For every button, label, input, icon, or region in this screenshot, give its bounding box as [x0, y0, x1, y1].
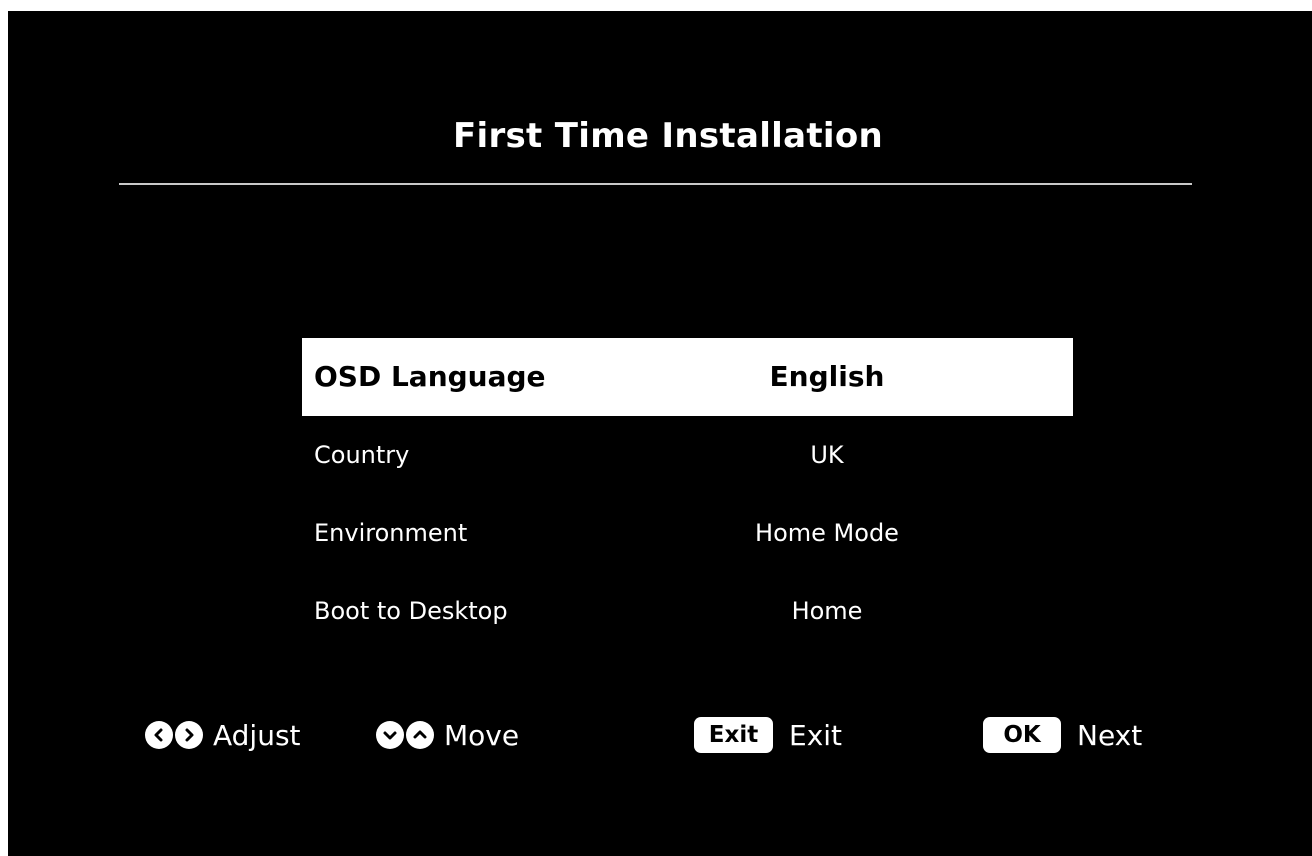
hint-exit-label: Exit: [789, 718, 843, 752]
setting-value[interactable]: Home Mode: [722, 494, 932, 572]
setting-label: OSD Language: [314, 360, 546, 393]
hint-adjust-label: Adjust: [213, 718, 301, 752]
page-title: First Time Installation: [452, 116, 884, 156]
hint-adjust: Adjust: [145, 715, 301, 755]
setting-row-boot-to-desktop[interactable]: Boot to Desktop Home: [302, 572, 1073, 650]
exit-key-badge[interactable]: Exit: [694, 717, 773, 753]
setting-row-osd-language[interactable]: OSD Language English: [302, 338, 1073, 416]
setting-label: Environment: [314, 519, 468, 547]
hint-move: Move: [376, 715, 519, 755]
setting-value[interactable]: UK: [722, 416, 932, 494]
setting-row-environment[interactable]: Environment Home Mode: [302, 494, 1073, 572]
arrow-down-icon: [376, 721, 404, 749]
setting-row-country[interactable]: Country UK: [302, 416, 1073, 494]
hint-move-label: Move: [444, 718, 520, 752]
setting-label: Country: [314, 441, 410, 469]
arrow-right-icon: [175, 721, 203, 749]
setting-label: Boot to Desktop: [314, 597, 508, 625]
title-divider: [119, 183, 1192, 185]
arrow-left-icon: [145, 721, 173, 749]
hint-next[interactable]: OK Next: [983, 715, 1142, 755]
setting-value[interactable]: Home: [722, 572, 932, 650]
hint-next-label: Next: [1077, 718, 1143, 752]
hint-exit[interactable]: Exit Exit: [694, 715, 842, 755]
setting-value[interactable]: English: [722, 338, 932, 416]
ok-key-badge[interactable]: OK: [983, 717, 1061, 753]
tv-screen: First Time Installation OSD Language Eng…: [8, 11, 1312, 856]
arrow-up-icon: [406, 721, 434, 749]
